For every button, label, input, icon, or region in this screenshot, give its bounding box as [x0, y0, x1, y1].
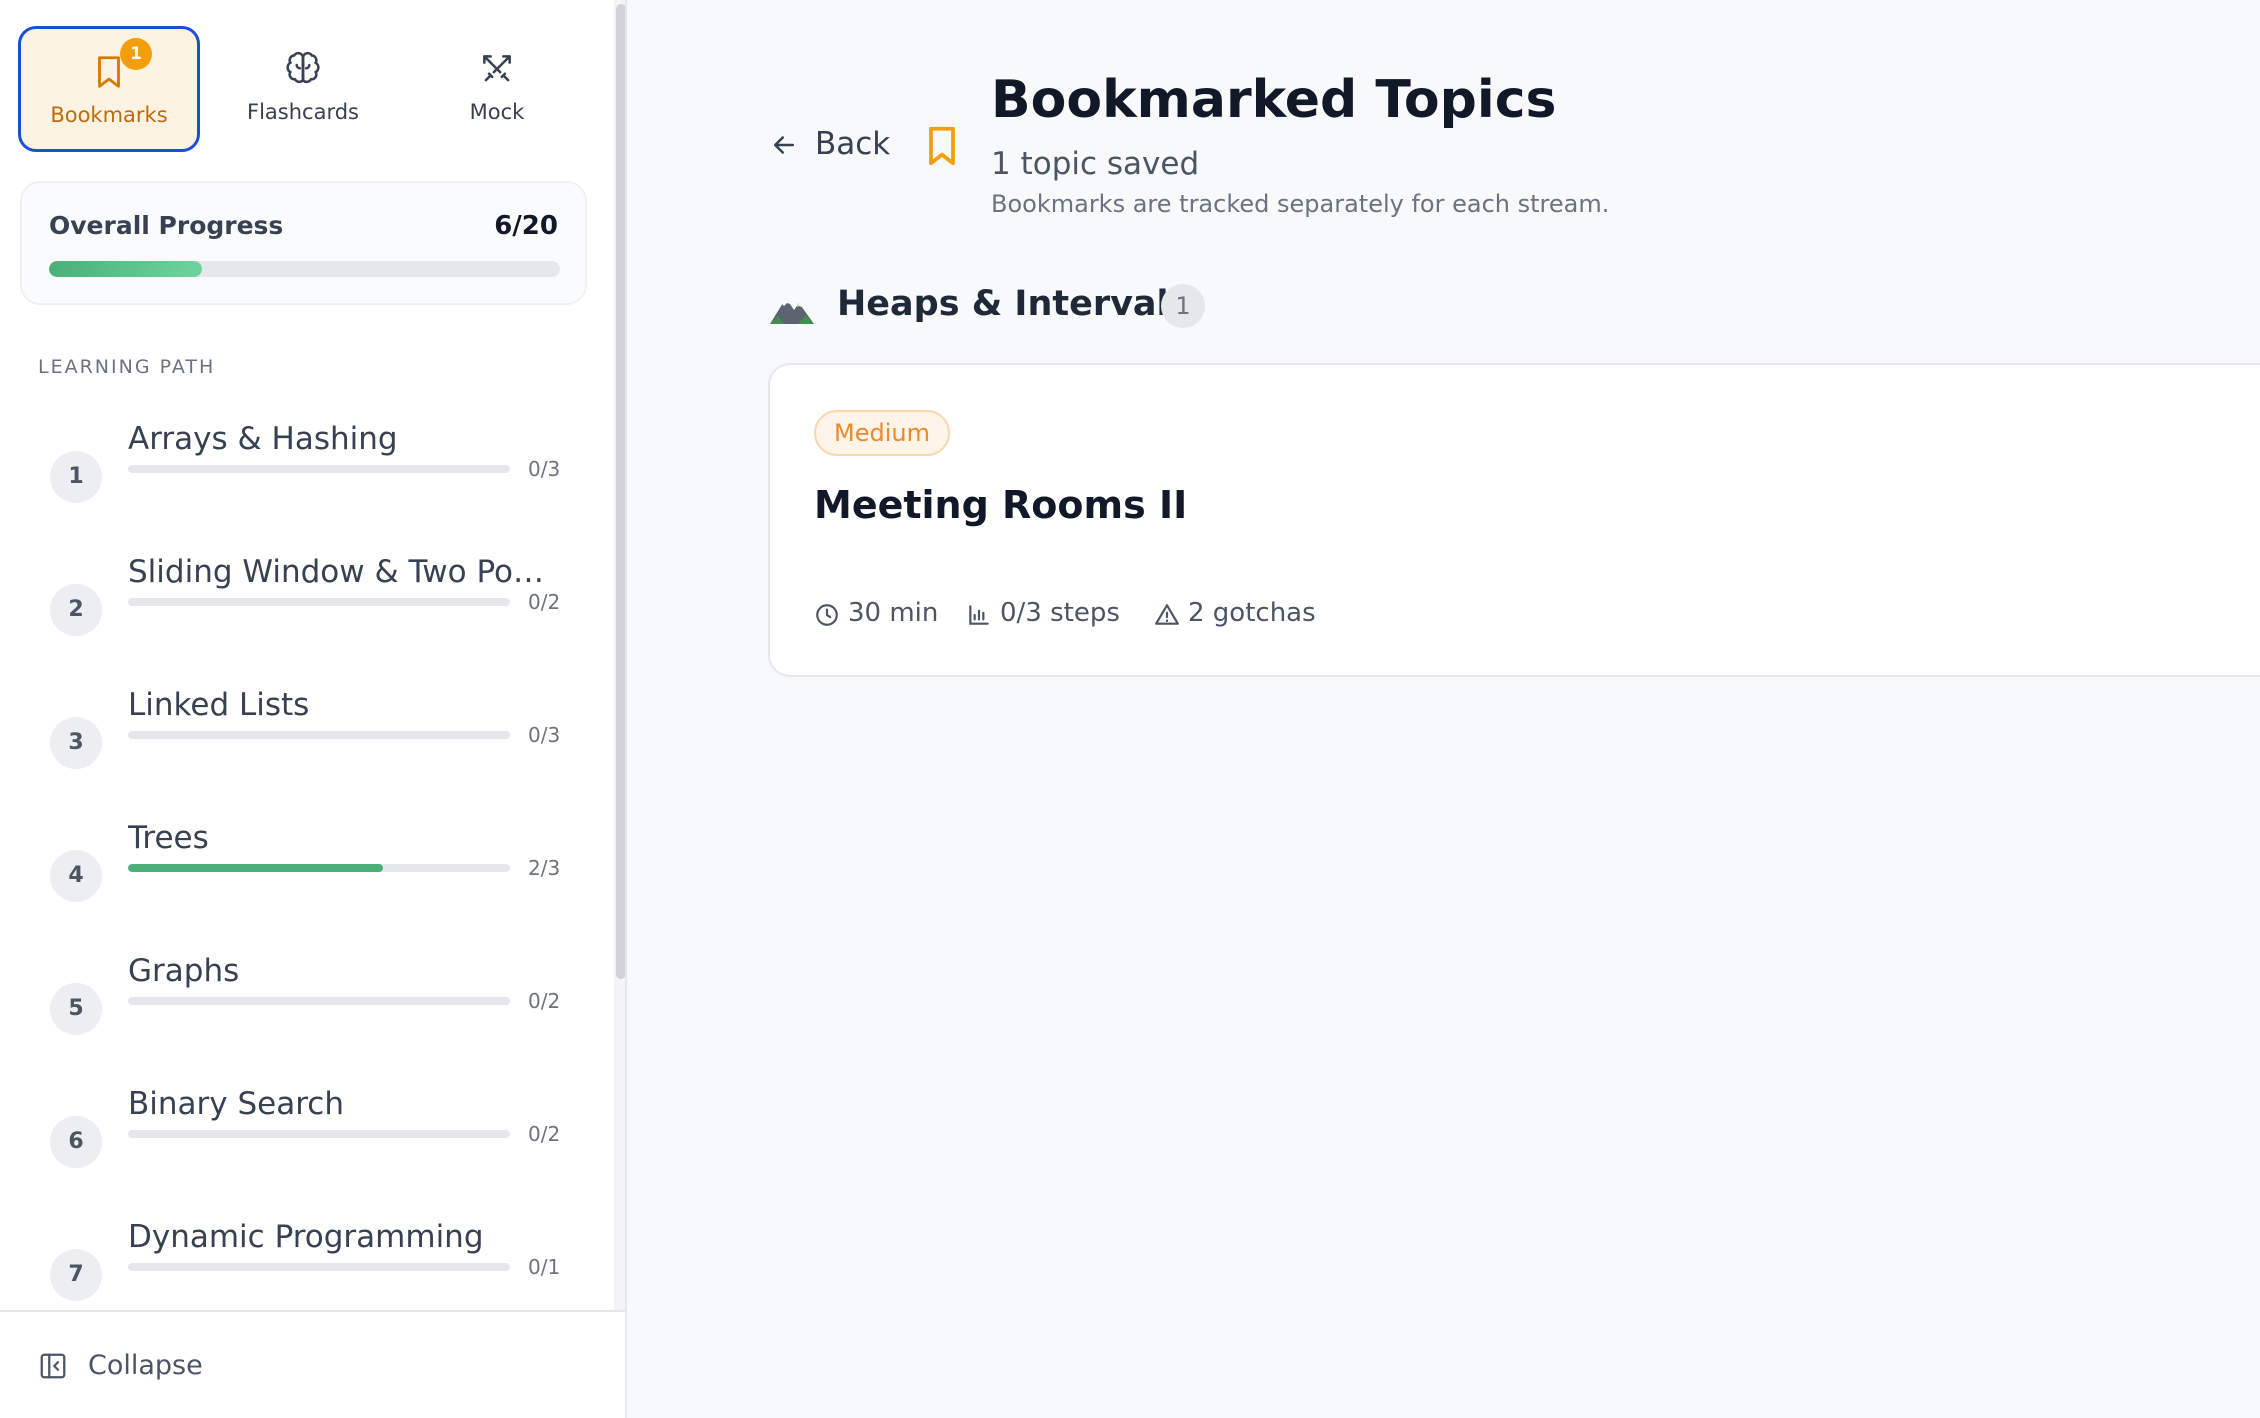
- brain-icon: [286, 51, 320, 84]
- path-item-number: 6: [50, 1116, 102, 1168]
- topic-steps: 0/3 steps: [966, 598, 1136, 632]
- topic-time-text: 30 min: [848, 598, 939, 628]
- progress-count: 6/20: [494, 211, 558, 241]
- difficulty-badge: Medium: [814, 410, 950, 456]
- progress-bar-fill: [49, 261, 203, 277]
- path-item-count: 0/2: [528, 989, 561, 1013]
- path-item-progress-bar: [128, 1130, 510, 1138]
- path-item-count: 2/3: [528, 856, 561, 880]
- path-item-number: 2: [50, 584, 102, 636]
- topic-gotchas: 2 gotchas: [1154, 598, 1334, 632]
- back-label: Back: [815, 126, 891, 162]
- learning-path-heading: LEARNING PATH: [38, 356, 216, 378]
- mode-bookmarks-button[interactable]: 1 Bookmarks: [18, 26, 200, 152]
- swords-icon: [483, 55, 511, 82]
- mode-flashcards-button[interactable]: Flashcards: [212, 26, 394, 152]
- path-item-progress-bar: [128, 1263, 510, 1271]
- path-item-count: 0/2: [528, 1122, 561, 1146]
- mode-label: Flashcards: [247, 100, 359, 124]
- panel-collapse-icon: [40, 1353, 66, 1379]
- back-button[interactable]: Back: [769, 126, 919, 166]
- bookmark-icon: [929, 126, 955, 166]
- main-content: Back Bookmarked Topics 1 topic saved Boo…: [629, 0, 2260, 1418]
- path-item[interactable]: 4 Trees 2/3: [38, 820, 568, 930]
- path-item-progress-fill: [128, 864, 383, 872]
- collapse-sidebar-button[interactable]: Collapse: [0, 1310, 625, 1418]
- path-item-progress-bar: [128, 731, 510, 739]
- page-note: Bookmarks are tracked separately for eac…: [991, 190, 1610, 218]
- path-item-number: 4: [50, 850, 102, 902]
- path-item-progress-bar: [128, 864, 510, 872]
- path-item-name: Arrays & Hashing: [128, 421, 398, 457]
- topic-title: Meeting Rooms II: [814, 483, 1188, 527]
- path-item-name: Trees: [128, 820, 209, 856]
- path-item-name: Linked Lists: [128, 687, 310, 723]
- path-item-name: Dynamic Programming: [128, 1219, 484, 1255]
- path-item-number: 7: [50, 1249, 102, 1301]
- page-title: Bookmarked Topics: [991, 70, 1557, 130]
- bookmark-count-badge: 1: [120, 38, 152, 70]
- path-item-progress-bar: [128, 598, 510, 606]
- path-item-count: 0/3: [528, 723, 561, 747]
- warning-icon: [1155, 604, 1179, 625]
- topic-gotchas-text: 2 gotchas: [1188, 598, 1316, 628]
- path-item-number: 3: [50, 717, 102, 769]
- mode-switcher: 1 Bookmarks Flashcards Mock: [18, 26, 588, 154]
- path-item-name: Sliding Window & Two Point...: [128, 554, 548, 590]
- mode-mock-button[interactable]: Mock: [406, 26, 588, 152]
- overall-progress-card: Overall Progress 6/20: [20, 181, 587, 305]
- path-item-count: 0/1: [528, 1255, 561, 1279]
- path-item[interactable]: 2 Sliding Window & Two Point... 0/2: [38, 554, 568, 664]
- path-item[interactable]: 5 Graphs 0/2: [38, 953, 568, 1063]
- topic-time: 30 min: [814, 598, 944, 632]
- page-subtitle: 1 topic saved: [991, 146, 1200, 182]
- path-item-progress-bar: [128, 997, 510, 1005]
- bar-chart-icon: [969, 605, 989, 625]
- sidebar: 1 Bookmarks Flashcards Mock Overall Prog…: [0, 0, 627, 1418]
- arrow-left-icon: [774, 136, 794, 154]
- path-item-name: Graphs: [128, 953, 240, 989]
- mountain-icon: [770, 298, 814, 324]
- clock-icon: [816, 604, 838, 626]
- path-item-number: 5: [50, 983, 102, 1035]
- path-item-count: 0/3: [528, 457, 561, 481]
- mode-label: Bookmarks: [50, 103, 168, 127]
- path-item[interactable]: 6 Binary Search 0/2: [38, 1086, 568, 1196]
- collapse-label: Collapse: [88, 1350, 203, 1381]
- scroll-thumb[interactable]: [616, 4, 625, 979]
- path-item[interactable]: 3 Linked Lists 0/3: [38, 687, 568, 797]
- sidebar-scrollbar[interactable]: [614, 0, 625, 1310]
- path-item[interactable]: 1 Arrays & Hashing 0/3: [38, 421, 568, 531]
- path-item-count: 0/2: [528, 590, 561, 614]
- mode-label: Mock: [469, 100, 525, 124]
- topic-steps-text: 0/3 steps: [1000, 598, 1120, 628]
- path-item-number: 1: [50, 451, 102, 503]
- section-title: Heaps & Intervals: [837, 284, 1190, 324]
- section-count-badge: 1: [1161, 284, 1205, 328]
- progress-bar: [49, 261, 560, 277]
- progress-title: Overall Progress: [49, 211, 284, 240]
- path-item-progress-bar: [128, 465, 510, 473]
- path-item-name: Binary Search: [128, 1086, 344, 1122]
- topic-card[interactable]: Medium Meeting Rooms II 30 min 0/3 steps…: [768, 363, 2260, 677]
